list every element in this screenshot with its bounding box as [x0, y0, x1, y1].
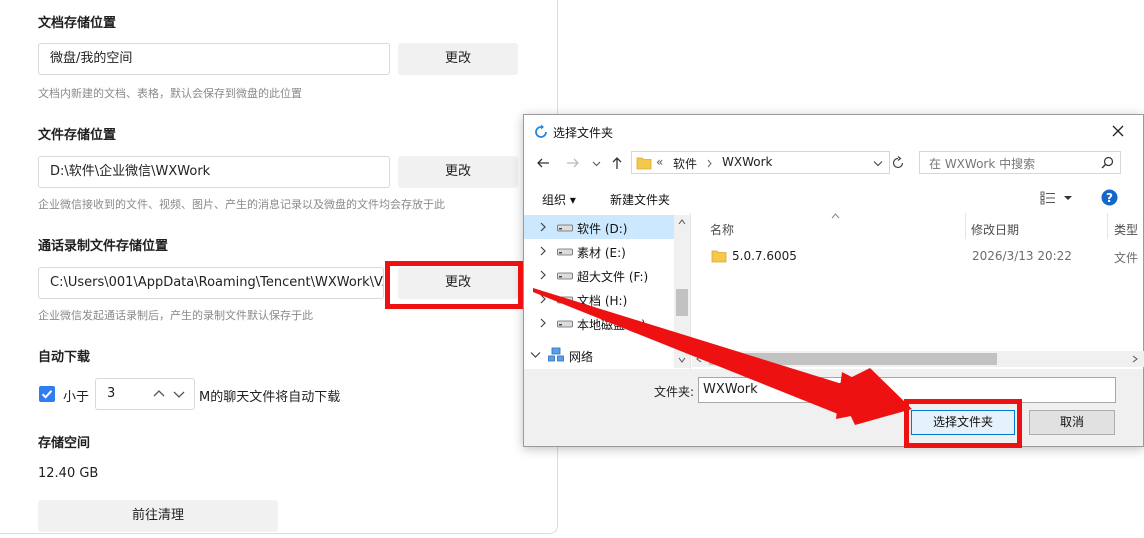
screenshot-stage: 文档存储位置 微盘/我的空间 更改 文档内新建的文档、表格，默认会保存到微盘的此… — [0, 0, 1144, 538]
annotation-arrow-icon — [533, 288, 912, 425]
